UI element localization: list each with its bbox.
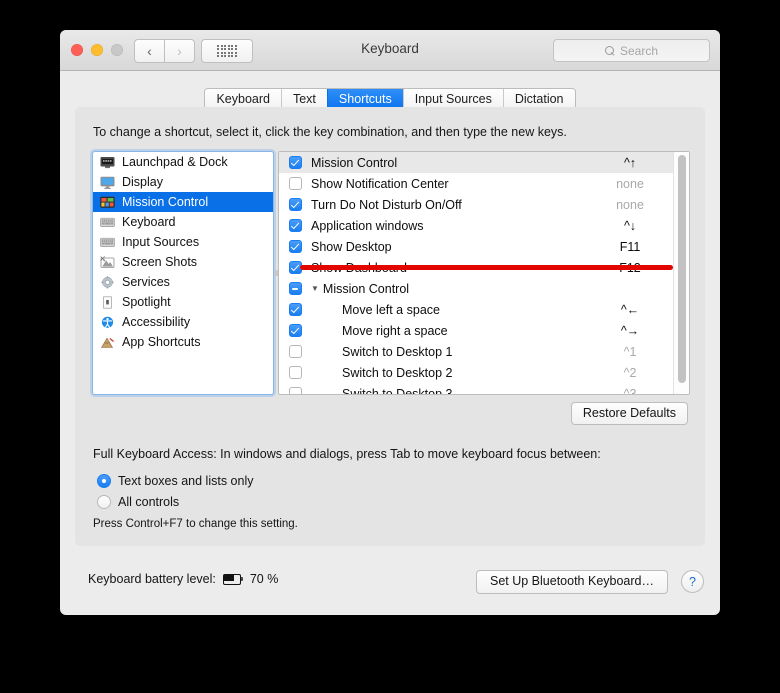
shortcut-label: Move right a space [311, 324, 587, 338]
radio-label: All controls [118, 495, 179, 509]
sidebar-item-launchpad-dock[interactable]: Launchpad & Dock [93, 152, 273, 172]
sidebar-item-label: Services [122, 275, 170, 289]
table-row[interactable]: Mission Control ^↑ [279, 152, 689, 173]
sidebar-item-label: Accessibility [122, 315, 190, 329]
set-up-bluetooth-keyboard-button[interactable]: Set Up Bluetooth Keyboard… [476, 570, 668, 594]
shortcut-label: Mission Control [323, 282, 409, 296]
shortcut-label: Switch to Desktop 1 [311, 345, 587, 359]
shortcuts-panel: To change a shortcut, select it, click t… [75, 107, 705, 546]
sidebar-item-services[interactable]: Services [93, 272, 273, 292]
search-placeholder: Search [620, 44, 658, 58]
shortcut-list-scrollbar[interactable] [673, 152, 689, 394]
shortcut-category-list[interactable]: Launchpad & Dock Display [92, 151, 274, 395]
shortcut-label: Application windows [311, 219, 587, 233]
keyboard-preferences-window: ‹ › Keyboard Search Keyboard Text Shortc… [60, 30, 720, 615]
shortcut-checkbox[interactable] [289, 177, 302, 190]
sidebar-item-spotlight[interactable]: Spotlight [93, 292, 273, 312]
shortcut-label: Turn Do Not Disturb On/Off [311, 198, 587, 212]
shortcut-label: Mission Control [311, 156, 587, 170]
shortcut-checkbox[interactable] [289, 387, 302, 395]
sidebar-item-label: Keyboard [122, 215, 176, 229]
services-gear-icon [100, 276, 115, 289]
radio-all-controls[interactable]: All controls [97, 491, 254, 512]
table-row[interactable]: Show Desktop F11 [279, 236, 689, 257]
keyboard-battery-status: Keyboard battery level: 70 % [88, 572, 278, 586]
sidebar-item-accessibility[interactable]: Accessibility [93, 312, 273, 332]
search-input[interactable]: Search [553, 39, 710, 62]
instruction-text: To change a shortcut, select it, click t… [93, 125, 567, 139]
input-sources-icon [100, 236, 115, 249]
full-keyboard-access-options: Text boxes and lists only All controls [97, 470, 254, 512]
table-row[interactable]: Switch to Desktop 3 ^3 [279, 383, 689, 395]
shortcut-label: Move left a space [311, 303, 587, 317]
table-row[interactable]: Show Notification Center none [279, 173, 689, 194]
table-row[interactable]: Switch to Desktop 1 ^1 [279, 341, 689, 362]
shortcut-checkbox[interactable] [289, 198, 302, 211]
chevron-down-icon[interactable]: ▼ [311, 285, 319, 293]
table-row[interactable]: Move right a space ^→ [279, 320, 689, 341]
search-icon [605, 46, 615, 56]
radio-text-boxes-and-lists-only[interactable]: Text boxes and lists only [97, 470, 254, 491]
shortcut-checkbox[interactable] [289, 156, 302, 169]
screen-shots-icon [100, 256, 115, 269]
sidebar-item-screen-shots[interactable]: Screen Shots [93, 252, 273, 272]
full-keyboard-access-label: Full Keyboard Access: In windows and dia… [93, 447, 601, 461]
radio-label: Text boxes and lists only [118, 474, 254, 488]
shortcut-checkbox[interactable] [289, 324, 302, 337]
shortcut-label: Show Notification Center [311, 177, 587, 191]
red-annotation-line [300, 265, 673, 270]
sidebar-item-app-shortcuts[interactable]: App Shortcuts [93, 332, 273, 352]
sidebar-item-label: Spotlight [122, 295, 171, 309]
full-keyboard-access-note: Press Control+F7 to change this setting. [93, 518, 298, 530]
sidebar-item-label: Launchpad & Dock [122, 155, 228, 169]
shortcut-checkbox[interactable] [289, 303, 302, 316]
shortcut-label: Switch to Desktop 2 [311, 366, 587, 380]
sidebar-item-mission-control[interactable]: Mission Control [93, 192, 273, 212]
help-button[interactable]: ? [681, 570, 704, 593]
sidebar-item-display[interactable]: Display [93, 172, 273, 192]
table-row-group[interactable]: ▼ Mission Control [279, 278, 689, 299]
shortcut-list[interactable]: Mission Control ^↑ Show Notification Cen… [278, 151, 690, 395]
spotlight-icon [100, 296, 115, 309]
display-icon [100, 176, 115, 189]
window-titlebar: ‹ › Keyboard Search [60, 30, 720, 71]
keyboard-icon [100, 216, 115, 229]
sidebar-item-label: Mission Control [122, 195, 208, 209]
window-bottom-bar: Keyboard battery level: 70 % Set Up Blue… [60, 558, 720, 615]
accessibility-icon [100, 316, 115, 329]
shortcut-checkbox[interactable] [289, 219, 302, 232]
sidebar-item-label: Screen Shots [122, 255, 197, 269]
shortcut-group-checkbox[interactable] [289, 282, 302, 295]
shortcut-checkbox[interactable] [289, 240, 302, 253]
sidebar-item-keyboard[interactable]: Keyboard [93, 212, 273, 232]
mission-control-icon [100, 196, 115, 209]
restore-defaults-button[interactable]: Restore Defaults [571, 402, 688, 425]
table-row[interactable]: Move left a space ^← [279, 299, 689, 320]
shortcut-checkbox[interactable] [289, 366, 302, 379]
app-shortcuts-icon [100, 336, 115, 349]
radio-button[interactable] [97, 495, 111, 509]
table-row[interactable]: Switch to Desktop 2 ^2 [279, 362, 689, 383]
battery-value: 70 % [250, 572, 279, 586]
sidebar-item-label: Input Sources [122, 235, 199, 249]
sidebar-item-input-sources[interactable]: Input Sources [93, 232, 273, 252]
shortcut-label: Show Desktop [311, 240, 587, 254]
launchpad-dock-icon [100, 156, 115, 169]
shortcut-group: ▼ Mission Control [311, 282, 587, 296]
radio-button[interactable] [97, 474, 111, 488]
table-row[interactable]: Application windows ^↓ [279, 215, 689, 236]
scrollbar-thumb[interactable] [678, 155, 686, 383]
battery-icon [223, 574, 243, 585]
battery-label: Keyboard battery level: [88, 572, 216, 586]
shortcut-checkbox[interactable] [289, 345, 302, 358]
shortcut-label: Switch to Desktop 3 [311, 387, 587, 396]
sidebar-item-label: Display [122, 175, 163, 189]
table-row[interactable]: Turn Do Not Disturb On/Off none [279, 194, 689, 215]
sidebar-item-label: App Shortcuts [122, 335, 201, 349]
